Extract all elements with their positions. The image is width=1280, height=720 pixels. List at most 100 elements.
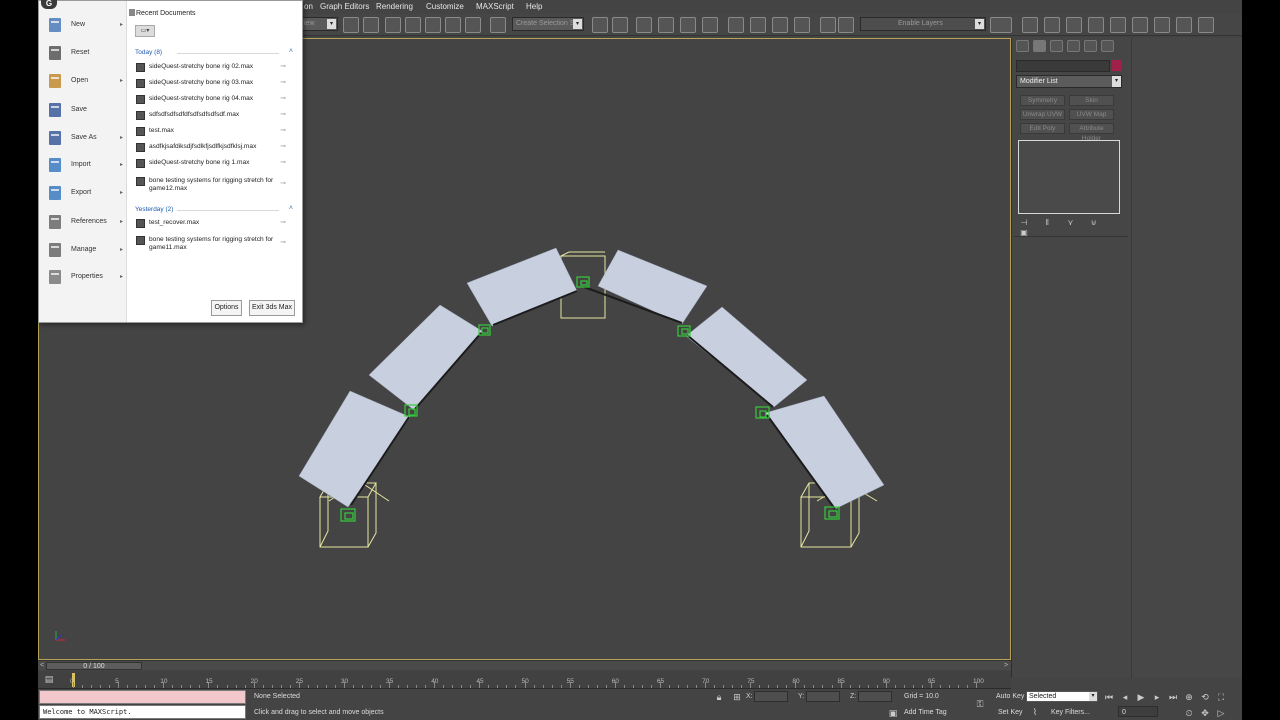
menu-customize[interactable]: Customize: [426, 2, 464, 11]
prev-frame-icon[interactable]: ◂: [1120, 692, 1130, 702]
recent-view-toggle[interactable]: ▭▾: [135, 25, 155, 37]
app-menu-references[interactable]: References ▸: [45, 212, 125, 234]
maxscript-listener[interactable]: Welcome to MAXScript.: [39, 705, 246, 719]
pin-icon[interactable]: ⊸: [280, 95, 286, 103]
modifier-uvw-map-button[interactable]: UVW Map: [1069, 109, 1114, 120]
time-next-arrow[interactable]: >: [1004, 662, 1008, 669]
key-selection-dropdown[interactable]: Selected ▾: [1026, 691, 1098, 702]
exit-3ds-max-button[interactable]: Exit 3ds Max: [249, 300, 295, 316]
layer-move-icon[interactable]: [1154, 17, 1170, 33]
modifier-list-dropdown[interactable]: Modifier List ▾: [1016, 75, 1122, 88]
render-icon[interactable]: [794, 17, 810, 33]
pin-icon[interactable]: ⊸: [280, 159, 286, 167]
layer-select-icon[interactable]: [1044, 17, 1060, 33]
pin-icon[interactable]: ⊸: [280, 239, 286, 247]
z-coordinate-field[interactable]: [858, 691, 892, 702]
percent-snap-icon[interactable]: [445, 17, 461, 33]
key-filters-button[interactable]: Key Filters...: [1051, 709, 1090, 716]
zoom-extents-icon[interactable]: ⊕: [1184, 692, 1194, 702]
modifier-stack-list[interactable]: [1018, 140, 1120, 214]
menu-help[interactable]: Help: [526, 2, 542, 11]
display-tab-icon[interactable]: [1084, 40, 1097, 52]
layer-current-icon[interactable]: [1132, 17, 1148, 33]
goto-start-icon[interactable]: ⏮: [1104, 692, 1114, 702]
options-button[interactable]: Options: [211, 300, 242, 316]
layer-add-icon[interactable]: [1022, 17, 1038, 33]
layer-props-icon[interactable]: [1176, 17, 1192, 33]
schematic-view-icon[interactable]: [702, 17, 718, 33]
pin-icon[interactable]: ⊸: [280, 143, 286, 151]
menu-graph-editors[interactable]: Graph Editors: [320, 2, 369, 11]
collapse-caret-icon[interactable]: ˄: [289, 48, 293, 55]
named-selection-dropdown[interactable]: Create Selection Se ▾: [512, 17, 584, 31]
app-menu-new[interactable]: New ▸: [45, 15, 125, 37]
named-selection-icon[interactable]: [490, 17, 506, 33]
menu-maxscript[interactable]: MAXScript: [476, 2, 514, 11]
track-bar[interactable]: ▤ 0 5 10 15 20 25 30 35 40 45 50 55 60 65 70 75 80 85 90 95…: [38, 671, 1011, 689]
menu-rendering[interactable]: Rendering: [376, 2, 413, 11]
layer-extra-icon[interactable]: [1198, 17, 1214, 33]
menu-animation[interactable]: on: [304, 2, 313, 11]
app-menu-properties[interactable]: Properties ▸: [45, 267, 125, 289]
material-editor-icon[interactable]: [728, 17, 744, 33]
maximize-viewport-icon[interactable]: ⛶: [1216, 692, 1226, 702]
pin-icon[interactable]: ⊸: [280, 111, 286, 119]
modifier-edit-poly-button[interactable]: Edit Poly: [1020, 123, 1065, 134]
pin-icon[interactable]: ⊸: [280, 127, 286, 135]
lock-selection-icon[interactable]: 🔒︎: [714, 692, 724, 702]
render-setup-icon[interactable]: [750, 17, 766, 33]
modifier-symmetry-button[interactable]: Symmetry: [1020, 95, 1065, 106]
app-logo-icon[interactable]: G: [41, 0, 57, 9]
next-frame-icon[interactable]: ▸: [1152, 692, 1162, 702]
recent-group-header[interactable]: Yesterday (2) ˄: [135, 205, 293, 213]
layer-hide-icon[interactable]: [1088, 17, 1104, 33]
modifier-attribute-holder-button[interactable]: Attribute Holder: [1069, 123, 1114, 142]
time-tag-icon[interactable]: ▣: [888, 708, 898, 718]
spinner-snap-icon[interactable]: [465, 17, 481, 33]
make-unique-icon[interactable]: ⋎: [1064, 218, 1076, 228]
object-name-field[interactable]: [1016, 60, 1110, 72]
remove-modifier-icon[interactable]: ⊍: [1088, 218, 1100, 228]
create-tab-icon[interactable]: [1016, 40, 1029, 52]
layer-dropdown[interactable]: Enable Layers ▾: [860, 17, 986, 31]
layer-highlight-icon[interactable]: [1066, 17, 1082, 33]
layer-field-icon[interactable]: [990, 17, 1012, 33]
reference-coordinate-dropdown[interactable]: iew ▾: [300, 17, 338, 31]
graphite-tools-icon[interactable]: [658, 17, 674, 33]
play-icon[interactable]: ▶: [1136, 692, 1146, 702]
curve-editor-icon[interactable]: [680, 17, 696, 33]
app-menu-reset[interactable]: Reset: [45, 43, 125, 65]
pivot-center-icon[interactable]: [343, 17, 359, 33]
absolute-mode-icon[interactable]: ⊞: [732, 692, 742, 702]
set-key-button[interactable]: Set Key: [998, 709, 1023, 716]
hierarchy-tab-icon[interactable]: [1050, 40, 1063, 52]
modify-tab-icon[interactable]: [1033, 40, 1046, 52]
mirror-icon[interactable]: [592, 17, 608, 33]
utilities-tab-icon[interactable]: [1101, 40, 1114, 52]
app-menu-export[interactable]: Export ▸: [45, 183, 125, 205]
app-menu-open[interactable]: Open ▸: [45, 71, 125, 93]
time-prev-arrow[interactable]: <: [40, 662, 44, 669]
pan-icon[interactable]: ✥: [1200, 708, 1210, 718]
pin-icon[interactable]: ⊸: [280, 219, 286, 227]
rendered-frame-icon[interactable]: [772, 17, 788, 33]
time-slider[interactable]: < 0 / 100 >: [38, 660, 1011, 670]
time-slider-thumb[interactable]: 0 / 100: [46, 662, 142, 670]
key-mode-icon[interactable]: ⌇: [1030, 707, 1040, 717]
set-key-icon[interactable]: ⚿: [972, 699, 988, 709]
app-menu-import[interactable]: Import ▸: [45, 155, 125, 177]
modifier-unwrap-uvw-button[interactable]: Unwrap UVW: [1020, 109, 1065, 120]
auto-key-button[interactable]: Auto Key: [996, 693, 1024, 700]
add-time-tag[interactable]: Add Time Tag: [904, 709, 947, 716]
recent-group-header[interactable]: Today (8) ˄: [135, 48, 293, 56]
app-menu-save-as[interactable]: Save As ▸: [45, 128, 125, 150]
layer-tool-2-icon[interactable]: [838, 17, 854, 33]
modifier-skin-button[interactable]: Skin: [1069, 95, 1114, 106]
goto-end-icon[interactable]: ⏭: [1168, 692, 1178, 702]
object-color-swatch[interactable]: [1112, 60, 1122, 71]
maxscript-output[interactable]: [39, 690, 246, 704]
y-coordinate-field[interactable]: [806, 691, 840, 702]
current-frame-field[interactable]: 0: [1118, 706, 1158, 717]
snap-3d-icon[interactable]: [405, 17, 421, 33]
bone-planes[interactable]: [298, 247, 885, 510]
